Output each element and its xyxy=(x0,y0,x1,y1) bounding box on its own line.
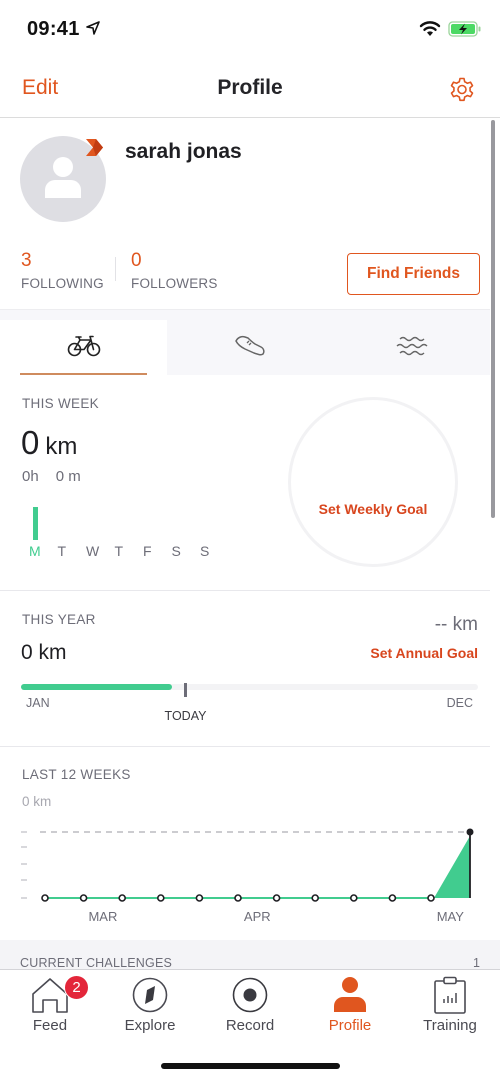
last-12-weeks-title: LAST 12 WEEKS xyxy=(22,767,131,782)
year-start-label: JAN xyxy=(26,696,50,710)
week-distance: 0 km xyxy=(21,424,77,462)
year-distance: 0 km xyxy=(21,641,67,664)
status-time: 09:41 xyxy=(27,18,80,40)
compass-icon xyxy=(132,977,168,1013)
tab-label: Record xyxy=(225,1017,275,1034)
last-12-weeks-chart[interactable]: MAR APR MAY xyxy=(0,818,490,938)
last-12-weeks-section: LAST 12 WEEKS 0 km MAR APR MAY xyxy=(0,748,490,940)
day-label: S xyxy=(200,543,210,559)
data-point-current xyxy=(466,828,474,836)
weekly-goal-ring[interactable] xyxy=(288,397,458,567)
data-point xyxy=(311,894,320,902)
data-point xyxy=(195,894,204,902)
nav-bar: Edit Profile xyxy=(0,60,500,118)
set-weekly-goal-link[interactable]: Set Weekly Goal xyxy=(288,501,458,517)
data-point xyxy=(41,894,49,902)
wifi-icon xyxy=(419,21,441,36)
current-challenges-header[interactable]: CURRENT CHALLENGES 1 xyxy=(0,940,500,970)
x-tick-label: APR xyxy=(244,909,271,924)
week-hours: 0h xyxy=(22,468,39,485)
data-point xyxy=(427,894,435,902)
week-distance-value: 0 xyxy=(21,424,40,461)
this-week-title: THIS WEEK xyxy=(22,396,99,411)
data-point xyxy=(234,894,242,902)
followers-label: FOLLOWERS xyxy=(131,276,218,291)
data-point xyxy=(157,894,165,902)
page-title: Profile xyxy=(217,76,283,99)
home-indicator xyxy=(161,1063,340,1069)
day-label: W xyxy=(86,543,100,559)
feed-notification-badge: 2 xyxy=(64,975,89,1000)
challenges-count: 1 xyxy=(473,956,480,970)
year-end-label: DEC xyxy=(446,696,473,710)
this-year-title: THIS YEAR xyxy=(22,612,96,627)
data-point xyxy=(79,894,88,902)
sport-tabs xyxy=(0,309,490,376)
data-point xyxy=(388,894,397,902)
followers-stat[interactable]: 0 FOLLOWERS xyxy=(131,250,218,291)
tab-feed[interactable]: 2 Feed xyxy=(0,970,100,1040)
tab-record[interactable]: Record xyxy=(200,970,300,1040)
day-label: M xyxy=(29,543,41,559)
following-label: FOLLOWING xyxy=(21,276,104,291)
tab-swim[interactable] xyxy=(333,320,490,376)
find-friends-button[interactable]: Find Friends xyxy=(347,253,480,295)
clipboard-chart-icon xyxy=(434,976,466,1014)
last-12-weeks-total: 0 km xyxy=(22,794,52,809)
user-name: sarah jonas xyxy=(125,140,242,163)
tab-profile[interactable]: Profile xyxy=(300,970,400,1040)
tab-label: Feed xyxy=(32,1017,68,1034)
day-bar-today xyxy=(33,507,38,540)
annual-goal-distance: -- km xyxy=(434,614,478,635)
tab-label: Explore xyxy=(124,1017,176,1034)
gear-icon[interactable] xyxy=(447,74,477,104)
x-tick-label: MAR xyxy=(88,909,117,924)
tab-ride[interactable] xyxy=(0,320,167,376)
battery-charging-icon xyxy=(448,21,481,37)
day-label: T xyxy=(57,543,67,559)
following-stat[interactable]: 3 FOLLOWING xyxy=(21,250,104,291)
tab-run[interactable] xyxy=(167,320,333,376)
x-tick-label: MAY xyxy=(437,909,465,924)
person-placeholder-icon xyxy=(45,157,81,198)
location-arrow-icon xyxy=(86,21,100,35)
day-label: T xyxy=(114,543,124,559)
data-point xyxy=(118,894,126,902)
day-labels: M T W T F S S xyxy=(29,543,229,559)
day-label: F xyxy=(143,543,152,559)
current-week-area xyxy=(434,836,470,898)
week-distance-unit: km xyxy=(45,433,78,460)
stat-divider xyxy=(115,257,116,281)
today-label: TODAY xyxy=(164,709,207,723)
profile-header: sarah jonas 3 FOLLOWING 0 FOLLOWERS Find… xyxy=(0,119,490,309)
data-point xyxy=(349,894,358,902)
tab-training[interactable]: Training xyxy=(400,970,500,1040)
active-tab-indicator xyxy=(20,373,147,375)
status-bar: 09:41 xyxy=(0,0,500,60)
this-week-section: THIS WEEK 0 km 0h 0 m M T W T F S S Set We… xyxy=(0,376,490,591)
day-label: S xyxy=(171,543,181,559)
premium-chevron-icon xyxy=(86,139,103,156)
tab-label: Training xyxy=(423,1017,477,1034)
shoe-icon xyxy=(235,335,265,356)
tab-label: Profile xyxy=(328,1017,372,1034)
waves-icon xyxy=(396,336,427,356)
challenges-label: CURRENT CHALLENGES xyxy=(20,956,173,970)
bicycle-icon xyxy=(67,335,100,357)
following-count: 3 xyxy=(21,250,32,271)
week-time: 0h 0 m xyxy=(22,468,81,485)
year-progress-track xyxy=(21,684,478,690)
record-icon xyxy=(232,977,268,1013)
year-progress-fill xyxy=(21,684,172,690)
data-point xyxy=(272,894,281,902)
week-minutes: 0 m xyxy=(55,468,81,485)
person-icon xyxy=(334,977,366,1012)
scrollbar[interactable] xyxy=(491,120,495,518)
set-annual-goal-link[interactable]: Set Annual Goal xyxy=(370,645,478,661)
this-year-section: THIS YEAR -- km 0 km Set Annual Goal JAN… xyxy=(0,592,490,747)
tab-explore[interactable]: Explore xyxy=(100,970,200,1040)
followers-count: 0 xyxy=(131,250,142,271)
today-marker xyxy=(184,683,188,697)
